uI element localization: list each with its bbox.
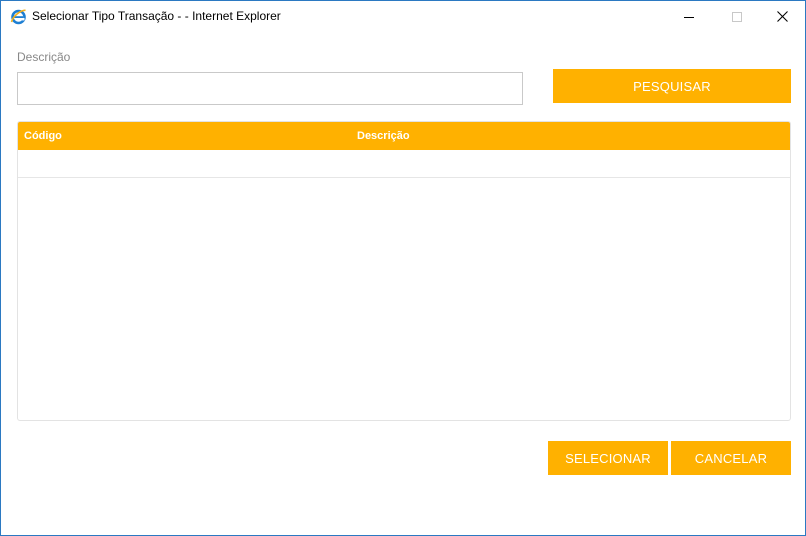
select-button[interactable]: SELECIONAR xyxy=(548,441,668,475)
table-row[interactable] xyxy=(18,150,790,178)
grid-header: Código Descrição xyxy=(18,122,790,150)
title-bar[interactable]: Selecionar Tipo Transação - - Internet E… xyxy=(1,1,805,32)
close-icon xyxy=(776,11,788,22)
description-label: Descrição xyxy=(17,50,71,64)
minimize-button[interactable] xyxy=(666,1,712,32)
column-header-description[interactable]: Descrição xyxy=(357,130,410,142)
maximize-button[interactable] xyxy=(714,1,760,32)
internet-explorer-icon xyxy=(10,9,26,25)
browser-window: Selecionar Tipo Transação - - Internet E… xyxy=(0,0,806,536)
maximize-icon xyxy=(732,11,742,22)
minimize-icon xyxy=(684,16,694,18)
description-input[interactable] xyxy=(17,72,523,105)
window-title: Selecionar Tipo Transação - - Internet E… xyxy=(32,9,281,23)
close-button[interactable] xyxy=(759,1,805,32)
results-grid: Código Descrição xyxy=(17,121,791,421)
column-header-code[interactable]: Código xyxy=(24,130,62,142)
cancel-button[interactable]: CANCELAR xyxy=(671,441,791,475)
search-button[interactable]: PESQUISAR xyxy=(553,69,791,103)
